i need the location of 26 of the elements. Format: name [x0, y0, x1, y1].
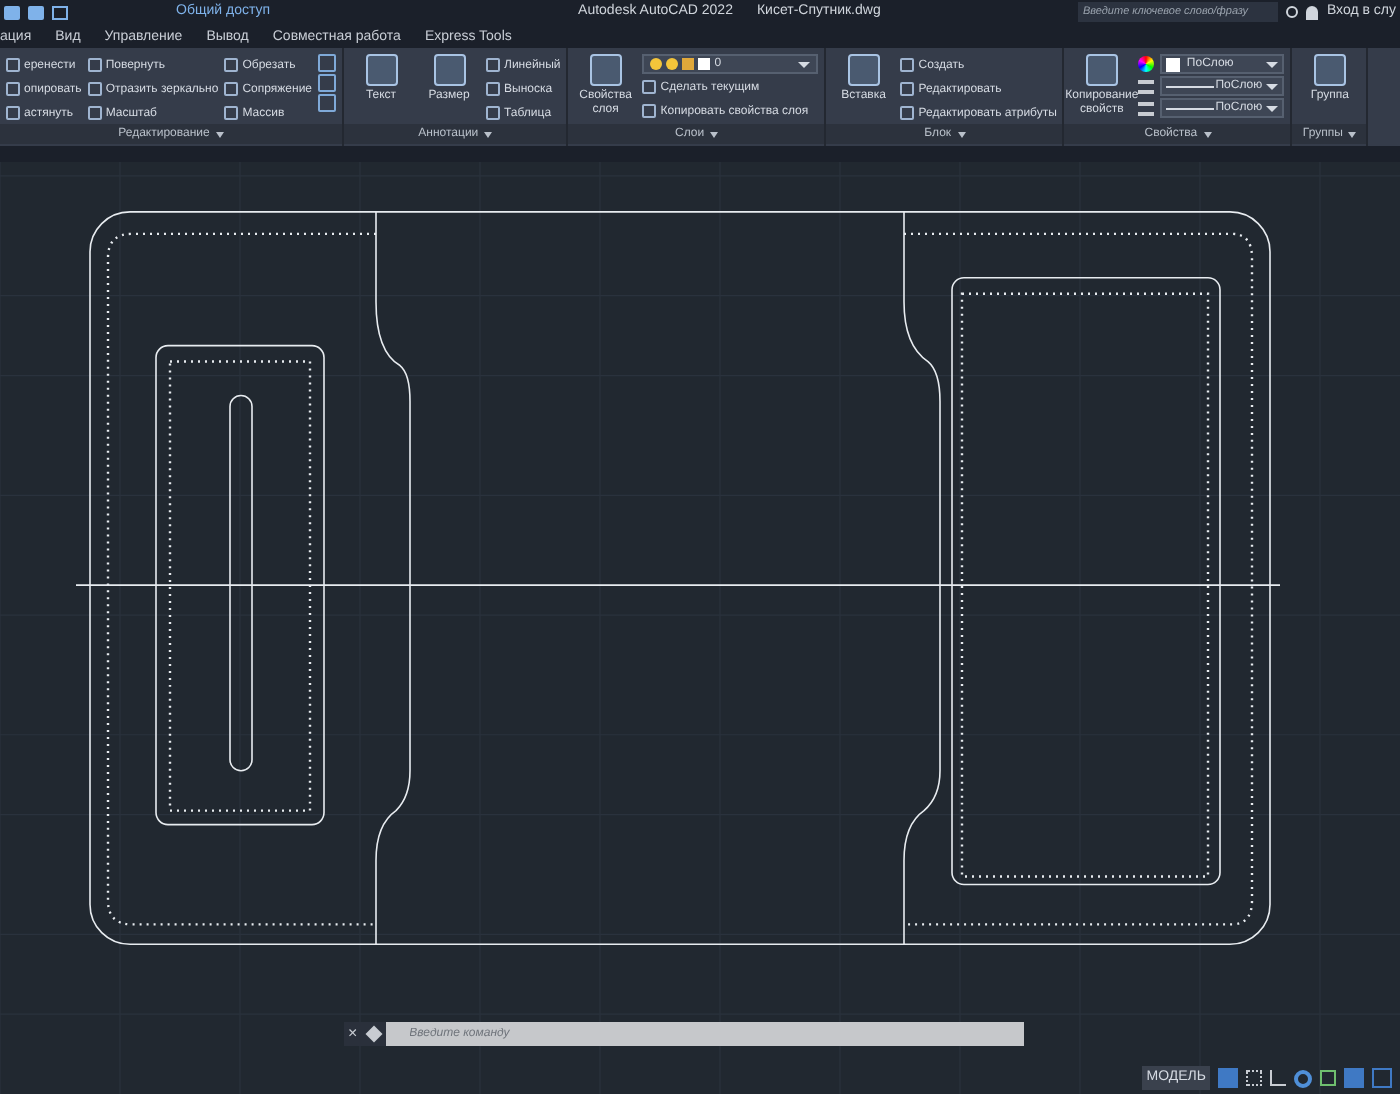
color-swatch-icon — [1166, 57, 1181, 71]
search-icon — [1286, 6, 1299, 18]
caret-icon — [1266, 105, 1279, 111]
color-wheel-icon — [1138, 56, 1155, 72]
ortho-icon — [1270, 1070, 1286, 1086]
tool-icon — [433, 54, 466, 86]
tool-icon — [1313, 54, 1346, 86]
line-sample-icon — [1166, 85, 1215, 87]
tool-icon — [365, 54, 398, 86]
caret-icon — [1266, 61, 1279, 67]
color-swatch-icon — [698, 58, 711, 70]
user-icon — [1306, 5, 1319, 19]
tool-icon — [589, 54, 622, 86]
caret-icon — [710, 131, 719, 137]
caret-icon — [798, 61, 811, 67]
caret-icon — [215, 131, 224, 137]
caret-icon — [484, 131, 493, 137]
caret-icon — [1348, 131, 1357, 137]
caret-icon — [1203, 131, 1212, 137]
tool-icon — [1085, 54, 1118, 86]
tool-icon — [847, 54, 880, 86]
close-icon[interactable]: × — [344, 1026, 362, 1042]
caret-icon — [1266, 83, 1279, 89]
snap-icon — [1246, 1070, 1262, 1086]
caret-icon — [957, 131, 966, 137]
line-sample-icon — [1166, 107, 1215, 109]
